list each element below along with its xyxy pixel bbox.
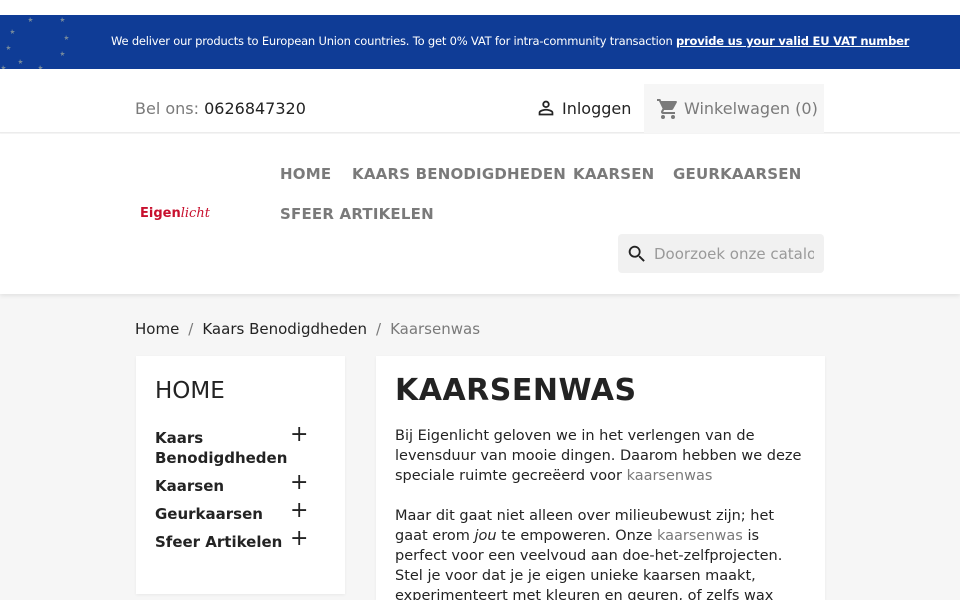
eu-stars-icon — [0, 15, 80, 69]
kaarsenwas-link[interactable]: kaarsenwas — [657, 528, 743, 544]
description-paragraph-1: Bij Eigenlicht geloven we in het verleng… — [395, 426, 807, 486]
phone-label: Bel ons: — [135, 99, 205, 118]
emphasis-text: jou — [474, 528, 497, 544]
search-box — [618, 234, 824, 273]
sidebar-item-sfeer-artikelen[interactable]: Sfeer Artikelen + — [155, 528, 325, 552]
sidebar-item-label[interactable]: Kaarsen — [155, 476, 285, 496]
sidebar-item-label[interactable]: Kaars Benodigdheden — [155, 428, 287, 468]
logo-text-licht: licht — [180, 206, 210, 221]
sidebar-item-geurkaarsen[interactable]: Geurkaarsen + — [155, 500, 325, 524]
breadcrumb-home[interactable]: Home — [135, 320, 179, 338]
vat-number-link[interactable]: provide us your valid EU VAT number — [676, 34, 909, 48]
search-icon[interactable] — [626, 243, 648, 265]
breadcrumb-kaars-benodigdheden[interactable]: Kaars Benodigdheden — [202, 320, 367, 338]
paragraph-text: te empoweren. Onze — [496, 528, 657, 544]
menu-home[interactable]: HOME — [280, 165, 331, 183]
contact-phone: Bel ons: 0626847320 — [135, 99, 306, 118]
sidebar-item-kaarsen[interactable]: Kaarsen + — [155, 472, 325, 496]
category-title: KAARSENWAS — [395, 373, 637, 408]
cart-label: Winkelwagen (0) — [684, 99, 818, 118]
sidebar-item-label[interactable]: Geurkaarsen — [155, 504, 285, 524]
menu-kaarsen[interactable]: KAARSEN — [573, 165, 654, 183]
menu-geurkaarsen[interactable]: GEURKAARSEN — [673, 165, 801, 183]
sidebar-title[interactable]: HOME — [155, 378, 225, 404]
breadcrumb-separator: / — [376, 320, 382, 338]
eu-vat-banner: We deliver our products to European Unio… — [0, 15, 960, 69]
sidebar-item-kaars-benodigdheden[interactable]: Kaars Benodigdheden + — [155, 424, 325, 468]
login-label: Inloggen — [562, 98, 632, 118]
breadcrumb-separator: / — [188, 320, 194, 338]
vat-message: We deliver our products to European Unio… — [111, 34, 909, 48]
main-header: Eigenlicht HOME KAARS BENODIGDHEDEN KAAR… — [0, 134, 960, 294]
paragraph-text: Bij Eigenlicht geloven we in het verleng… — [395, 428, 802, 484]
menu-kaars-benodigdheden[interactable]: KAARS BENODIGDHEDEN — [352, 165, 566, 183]
login-link[interactable]: Inloggen — [535, 97, 631, 119]
vat-message-text: We deliver our products to European Unio… — [111, 34, 676, 48]
cart-button[interactable]: Winkelwagen (0) — [644, 84, 824, 133]
top-nav: Bel ons: 0626847320 Inloggen Winkelwagen… — [0, 69, 960, 133]
breadcrumb: Home / Kaars Benodigdheden / Kaarsenwas — [135, 320, 480, 338]
expand-plus-icon[interactable]: + — [290, 528, 308, 550]
breadcrumb-current: Kaarsenwas — [390, 320, 481, 338]
category-description: KAARSENWAS Bij Eigenlicht geloven we in … — [376, 356, 825, 600]
top-strip — [0, 0, 960, 15]
menu-sfeer-artikelen[interactable]: SFEER ARTIKELEN — [280, 205, 434, 223]
expand-plus-icon[interactable]: + — [290, 500, 308, 522]
site-logo[interactable]: Eigenlicht — [140, 206, 210, 221]
sidebar-item-label[interactable]: Sfeer Artikelen — [155, 532, 285, 552]
description-paragraph-2: Maar dit gaat niet alleen over milieubew… — [395, 506, 807, 600]
logo-text-eigen: Eigen — [140, 206, 181, 221]
expand-plus-icon[interactable]: + — [290, 424, 308, 446]
search-input[interactable] — [654, 244, 814, 263]
user-icon — [538, 100, 554, 116]
expand-plus-icon[interactable]: + — [290, 472, 308, 494]
shopping-cart-icon — [657, 98, 677, 119]
category-sidebar: HOME Kaars Benodigdheden + Kaarsen + Geu… — [136, 356, 345, 594]
kaarsenwas-link[interactable]: kaarsenwas — [627, 468, 713, 484]
phone-number: 0626847320 — [204, 99, 306, 118]
